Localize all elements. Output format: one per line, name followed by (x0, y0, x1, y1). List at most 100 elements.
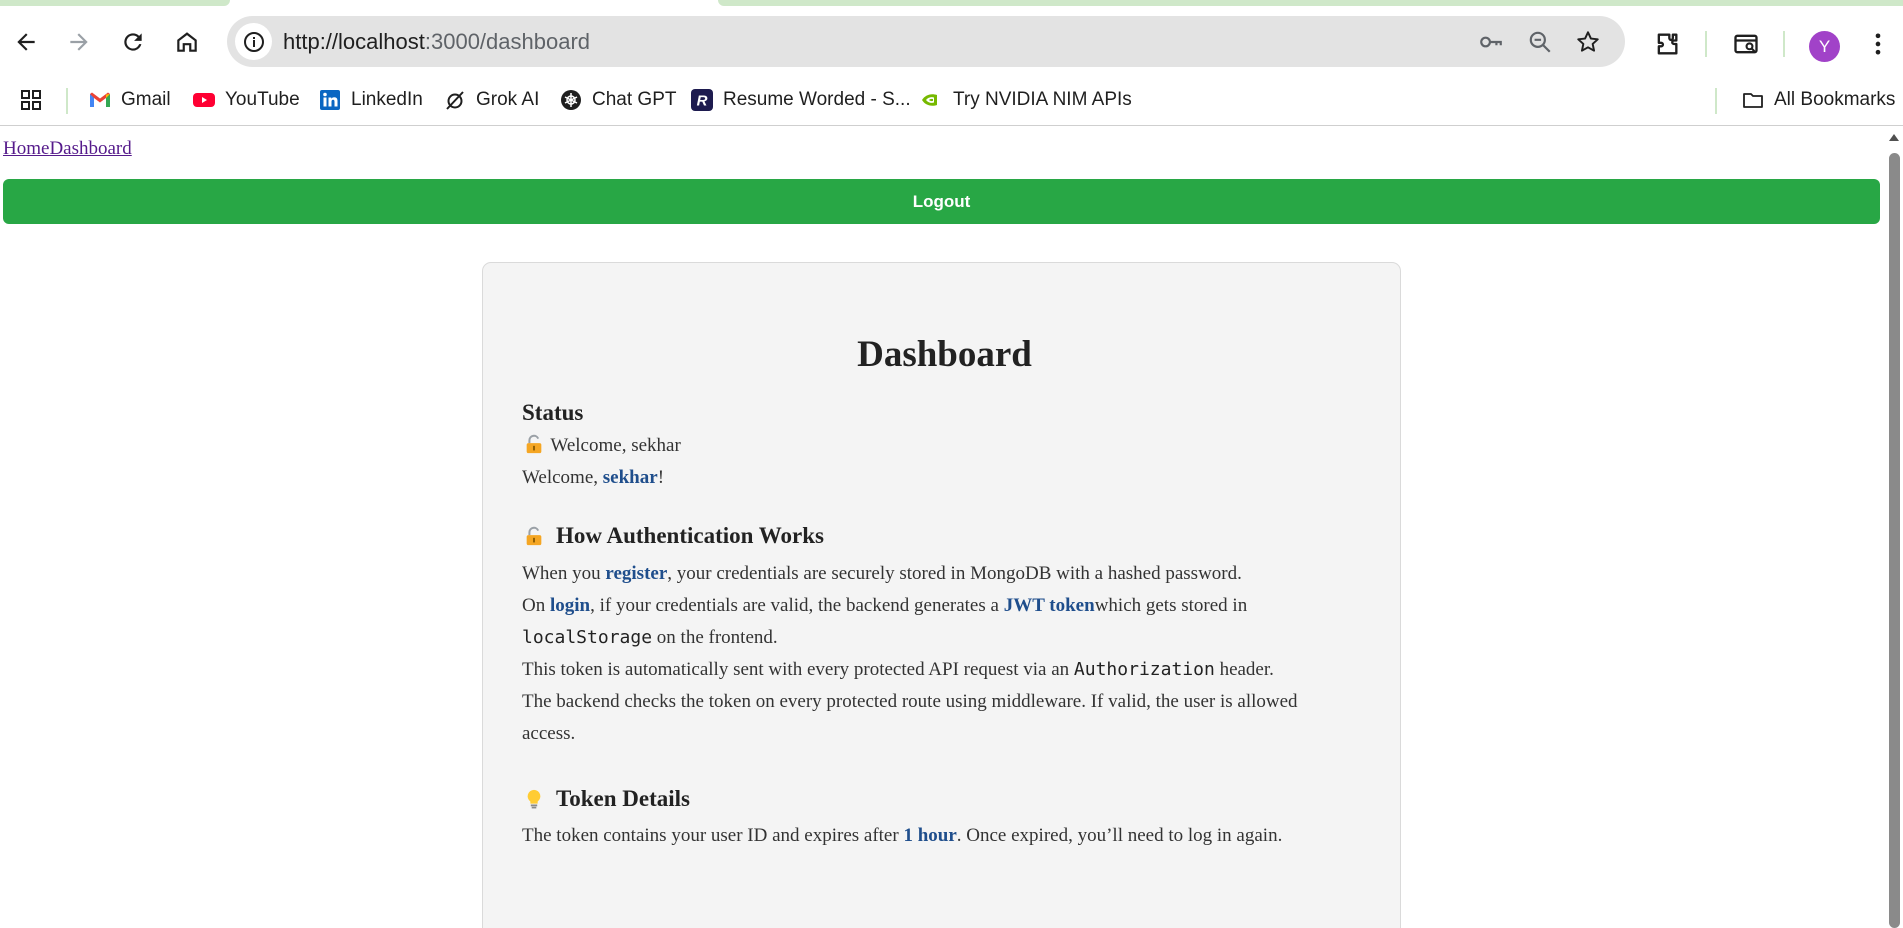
youtube-icon (192, 88, 216, 112)
menu-button[interactable] (1861, 27, 1895, 61)
token-heading-text: Token Details (556, 786, 690, 811)
forward-arrow-icon (70, 33, 88, 51)
tab-search-icon (1734, 34, 1758, 54)
scroll-up-arrow-icon[interactable] (1889, 134, 1899, 141)
toolbar-separator (1783, 31, 1785, 57)
reload-button[interactable] (111, 20, 155, 64)
auth-paragraph-line: When you register, your credentials are … (522, 558, 1242, 590)
bookmarks-bar: Gmail YouTube LinkedIn Grok AI Chat GPT … (0, 76, 1903, 126)
extensions-button[interactable] (1650, 27, 1684, 61)
bookmark-linkedin[interactable]: LinkedIn (318, 85, 423, 115)
all-bookmarks-label: All Bookmarks (1774, 89, 1896, 110)
status-heading: Status (522, 400, 583, 426)
lightbulb-icon (522, 787, 546, 811)
code-localstorage: localStorage (522, 627, 653, 648)
apps-grid-icon (19, 88, 43, 112)
bookmark-label: YouTube (225, 89, 300, 110)
key-icon (1480, 36, 1502, 48)
text-segment: , your credentials are securely stored i… (667, 563, 1242, 584)
bookmark-resume-worded[interactable]: R Resume Worded - S... (690, 85, 911, 115)
lock-icon (522, 432, 546, 456)
auth-paragraph-line: The backend checks the token on every pr… (522, 686, 1298, 718)
back-arrow-icon (17, 33, 35, 51)
home-icon (177, 32, 197, 52)
auth-paragraph-line: On login, if your credentials are valid,… (522, 590, 1247, 622)
nav-link-dashboard[interactable]: Dashboard (49, 138, 131, 159)
text-segment: . Once expired, you’ll need to log in ag… (956, 825, 1283, 846)
token-paragraph-line: The token contains your user ID and expi… (522, 820, 1282, 852)
bookmark-label: Grok AI (476, 89, 540, 110)
page-viewport: HomeDashboard Logout Dashboard Status We… (0, 127, 1884, 928)
address-bar[interactable]: http://localhost:3000/dashboard (227, 16, 1625, 67)
star-icon (1577, 31, 1599, 52)
highlight-register: register (605, 563, 668, 584)
svg-text:R: R (697, 93, 708, 110)
lock-icon (522, 524, 546, 548)
auth-paragraph-line: access. (522, 718, 575, 750)
status-heading-text: Status (522, 400, 584, 425)
text-segment: On (522, 595, 550, 616)
welcome-prefix: Welcome, (522, 467, 603, 488)
text-segment: which gets stored in (1094, 595, 1248, 616)
bookmark-star-button[interactable] (1573, 27, 1603, 57)
zoom-button[interactable] (1525, 27, 1555, 57)
bookmark-grok[interactable]: Grok AI (443, 85, 539, 115)
tab-search-button[interactable] (1729, 27, 1763, 61)
page-nav: HomeDashboard (3, 138, 132, 160)
highlight-jwt-token: JWT token (1003, 595, 1095, 616)
auth-paragraph-line: localStorage on the frontend. (522, 622, 778, 654)
grok-icon (443, 88, 467, 112)
text-segment: on the frontend. (652, 627, 778, 648)
welcome-suffix: ! (657, 467, 665, 488)
back-button[interactable] (4, 20, 48, 64)
bookmark-nvidia[interactable]: Try NVIDIA NIM APIs (920, 85, 1132, 115)
nvidia-icon (920, 88, 944, 112)
bookmark-youtube[interactable]: YouTube (192, 85, 300, 115)
home-button[interactable] (165, 20, 209, 64)
url-path: :3000/dashboard (424, 29, 591, 54)
bookmark-label: Resume Worded - S... (723, 89, 911, 110)
token-heading: Token Details (522, 786, 690, 812)
nav-link-home[interactable]: Home (3, 138, 49, 159)
gmail-icon (88, 88, 112, 112)
toolbar-separator (1705, 31, 1707, 57)
folder-icon (1741, 88, 1765, 112)
text-segment: header. (1214, 659, 1274, 680)
browser-toolbar: http://localhost:3000/dashboard Y (0, 6, 1903, 76)
all-bookmarks-button[interactable]: All Bookmarks (1741, 85, 1895, 115)
zoom-out-icon (1529, 31, 1551, 53)
bookmark-gmail[interactable]: Gmail (88, 85, 171, 115)
dashboard-card: Dashboard Status Welcome, sekhar Welcome… (482, 262, 1401, 928)
url-text[interactable]: http://localhost:3000/dashboard (283, 29, 590, 55)
linkedin-icon (318, 88, 342, 112)
highlight-expiry: 1 hour (903, 825, 957, 846)
kebab-menu-icon (1875, 33, 1881, 55)
page-scrollbar[interactable] (1884, 127, 1903, 928)
password-key-button[interactable] (1476, 27, 1506, 57)
text-segment: access. (522, 723, 576, 744)
bookmark-label: Try NVIDIA NIM APIs (953, 89, 1132, 110)
page-title: Dashboard (857, 334, 1032, 375)
info-icon (243, 31, 264, 52)
bookmark-label: Chat GPT (592, 89, 677, 110)
profile-avatar[interactable]: Y (1809, 31, 1840, 62)
site-info-button[interactable] (235, 23, 272, 60)
status-line: Welcome, sekhar (522, 430, 681, 462)
puzzle-icon (1657, 33, 1678, 55)
bookmark-label: LinkedIn (351, 89, 423, 110)
text-segment: , if your credentials are valid, the bac… (590, 595, 1004, 616)
scroll-thumb[interactable] (1889, 153, 1900, 928)
logout-button[interactable]: Logout (3, 179, 1880, 224)
text-segment: This token is automatically sent with ev… (522, 659, 1074, 680)
highlight-login: login (549, 595, 591, 616)
apps-button[interactable] (19, 85, 43, 115)
bookmarks-separator (1715, 88, 1717, 114)
reload-icon (124, 33, 142, 51)
bookmark-chatgpt[interactable]: Chat GPT (559, 85, 676, 115)
auth-paragraph-line: This token is automatically sent with ev… (522, 654, 1274, 686)
forward-button[interactable] (57, 20, 101, 64)
resume-worded-icon: R (690, 88, 714, 112)
welcome-line: Welcome, sekhar! (522, 462, 664, 494)
auth-heading: How Authentication Works (522, 523, 824, 549)
welcome-username: sekhar (602, 467, 658, 488)
